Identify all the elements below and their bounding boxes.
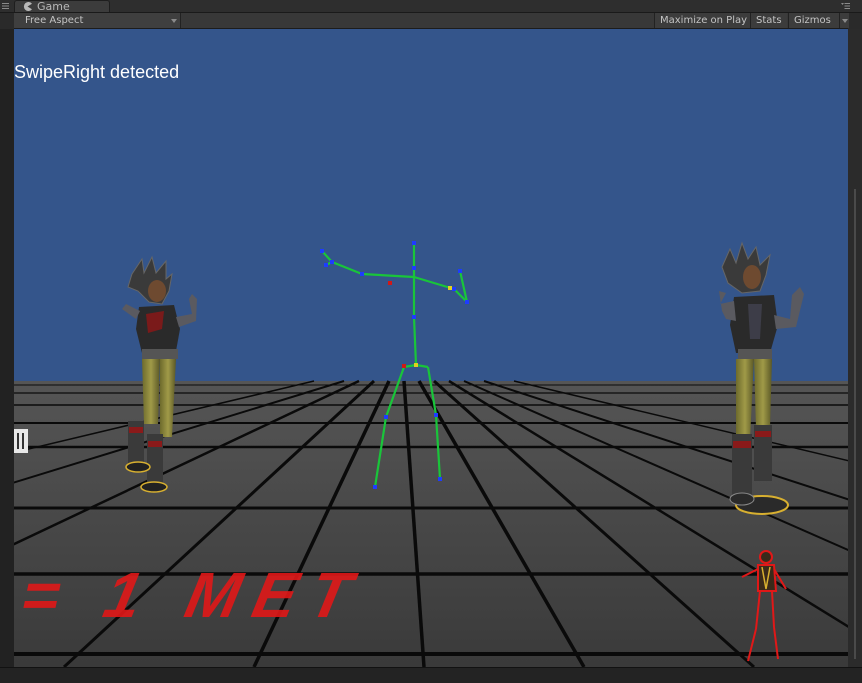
aspect-label: Free Aspect	[25, 15, 84, 26]
svg-text:RE = 1 MET: RE = 1 MET	[14, 559, 372, 631]
scene-canvas: RE = 1 MET	[14, 29, 848, 667]
floor-text: RE = 1 MET	[14, 559, 372, 631]
maximize-on-play-toggle[interactable]: Maximize on Play	[654, 13, 753, 28]
game-toolbar: Free Aspect Maximize on Play Stats Gizmo…	[14, 13, 849, 29]
pacman-icon	[23, 2, 32, 11]
panel-menu-icon[interactable]	[841, 3, 850, 9]
gizmos-toggle[interactable]: Gizmos	[788, 13, 839, 28]
chevron-down-icon	[171, 19, 177, 23]
game-viewport[interactable]: RE = 1 MET	[14, 29, 848, 667]
right-panel-edge	[848, 29, 862, 667]
left-panel-edge	[0, 29, 14, 667]
tab-game[interactable]: Game	[14, 0, 110, 12]
tab-label: Game	[37, 0, 70, 12]
divider	[854, 189, 856, 659]
gizmos-dropdown-arrow[interactable]	[839, 13, 849, 28]
tab-bar: Game	[0, 0, 862, 13]
stats-toggle[interactable]: Stats	[750, 13, 787, 28]
gesture-status-text: SwipeRight detected	[14, 62, 180, 82]
aspect-dropdown[interactable]: Free Aspect	[14, 13, 181, 28]
menu-lines-icon[interactable]	[2, 3, 9, 9]
white-marker	[14, 429, 28, 453]
bottom-bar	[0, 667, 862, 683]
